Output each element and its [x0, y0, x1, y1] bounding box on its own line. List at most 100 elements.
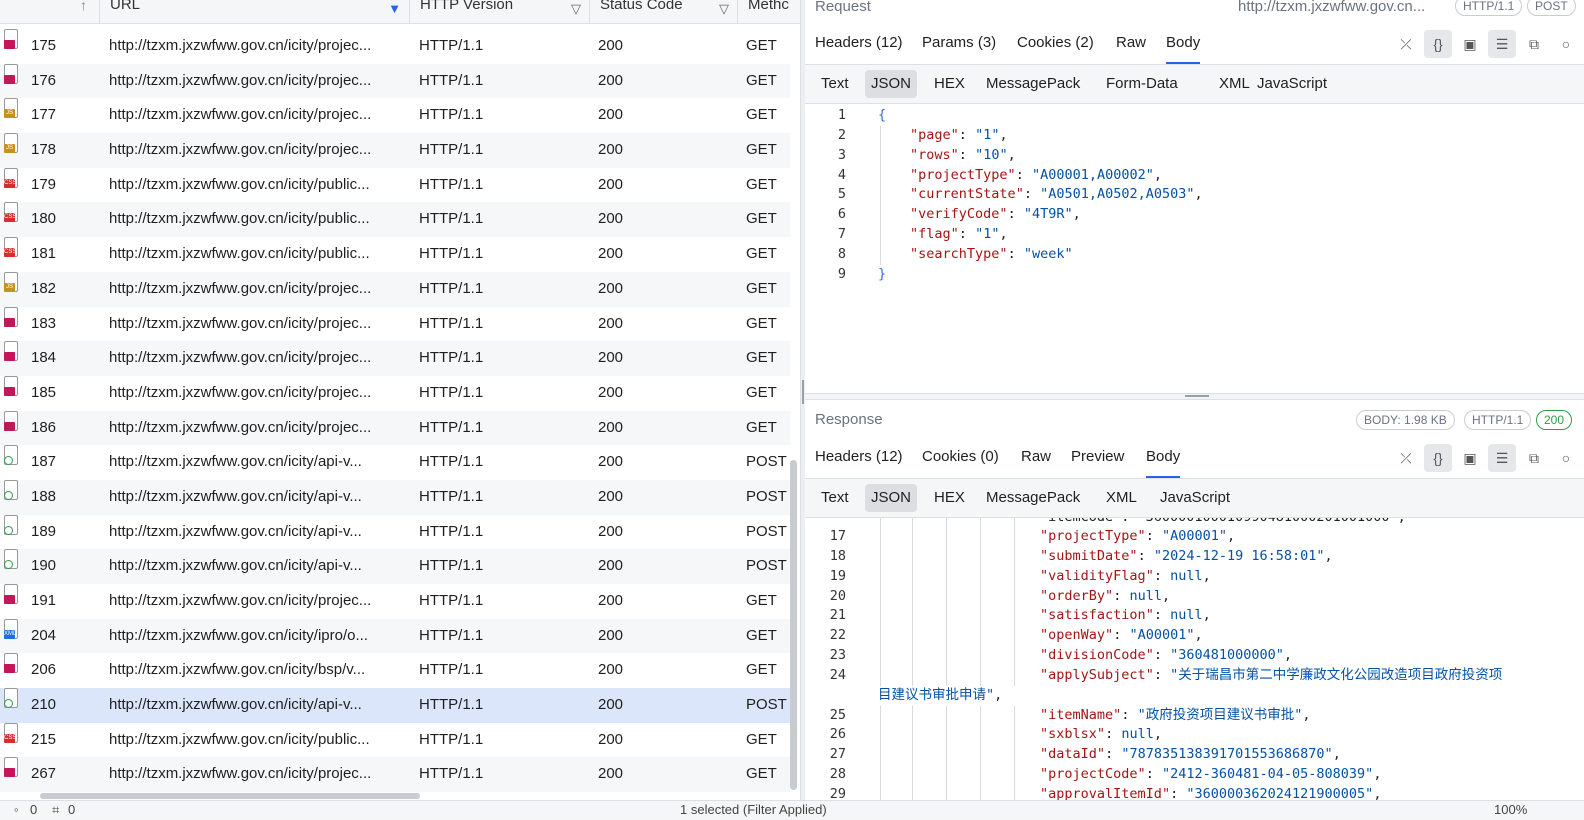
request-tab-params[interactable]: Params (3)	[922, 26, 996, 62]
format-tab-json[interactable]: JSON	[865, 484, 918, 512]
json-quote: "	[1105, 627, 1114, 644]
column-header-method-label: Methc	[748, 0, 789, 13]
format-tab-hex[interactable]: HEX	[928, 484, 971, 512]
file-type-badge	[4, 456, 13, 466]
request-tab-body[interactable]: Body	[1166, 26, 1201, 64]
format-tab-xml[interactable]: XML	[1100, 484, 1143, 512]
vertical-scrollbar[interactable]	[790, 460, 797, 790]
format-tab-messagepack[interactable]: MessagePack	[980, 484, 1086, 512]
response-tab-preview[interactable]: Preview	[1071, 440, 1124, 476]
response-tab-raw[interactable]: Raw	[1021, 440, 1051, 476]
column-header-status-code[interactable]: Status Code ▽	[590, 0, 738, 23]
table-row[interactable]: 187 http://tzxm.jxzwfww.gov.cn/icity/api-…	[0, 445, 790, 480]
json-quote: "	[1040, 567, 1049, 584]
column-header-url[interactable]: URL ▼	[100, 0, 410, 23]
collapse-icon[interactable]: ⤫	[1392, 30, 1420, 58]
indent-guide	[880, 665, 881, 686]
splitter-grip[interactable]	[1185, 395, 1209, 397]
table-row[interactable]: CSS 179 http://tzxm.jxzwfww.gov.cn/icity/p…	[0, 167, 790, 203]
line-number: 3	[837, 146, 846, 163]
filter-icon[interactable]: ▽	[719, 0, 729, 21]
table-row[interactable]: 189 http://tzxm.jxzwfww.gov.cn/icity/api-…	[0, 514, 790, 550]
code-line: 20 "orderBy": null,	[805, 586, 1584, 607]
table-row[interactable]: CSS 180 http://tzxm.jxzwfww.gov.cn/icity/p…	[0, 202, 790, 238]
json-comma: ,	[1153, 726, 1162, 743]
request-body-editor[interactable]: 1{2 "page": "1", 3 "rows": "10", 4 "projectTy…	[805, 106, 1584, 285]
file-type-badge	[4, 40, 15, 49]
horizontal-scrollbar[interactable]	[40, 793, 420, 799]
format-tab-hex[interactable]: HEX	[928, 70, 971, 98]
format-json-icon[interactable]: {}	[1424, 30, 1452, 58]
json-quote: "	[1040, 666, 1049, 683]
table-row[interactable]: 190 http://tzxm.jxzwfww.gov.cn/icity/api-…	[0, 549, 790, 584]
table-row[interactable]: JS 178 http://tzxm.jxzwfww.gov.cn/icity/pr…	[0, 133, 790, 168]
response-tab-headers[interactable]: Headers (12)	[815, 440, 903, 476]
json-quote: "	[1040, 186, 1049, 203]
table-row[interactable]: CSS 181 http://tzxm.jxzwfww.gov.cn/icity/p…	[0, 237, 790, 272]
table-row[interactable]: JS 177 http://tzxm.jxzwfww.gov.cn/icity/pr…	[0, 98, 790, 133]
word-wrap-icon[interactable]: ☰	[1488, 30, 1516, 58]
format-tab-text[interactable]: Text	[815, 484, 855, 512]
sort-arrow-up-icon[interactable]: ↑	[80, 0, 87, 17]
table-row[interactable]: 176 http://tzxm.jxzwfww.gov.cn/icity/proj…	[0, 63, 790, 99]
indent-guide	[880, 225, 881, 245]
table-row[interactable]: 183 http://tzxm.jxzwfww.gov.cn/icity/proj…	[0, 306, 790, 342]
copy-icon[interactable]: ⧉	[1520, 30, 1548, 58]
json-key: itemName	[1048, 706, 1114, 723]
request-tab-raw[interactable]: Raw	[1116, 26, 1146, 62]
column-header-method[interactable]: Methc	[738, 0, 800, 23]
format-tab-form-data[interactable]: Form-Data	[1100, 70, 1184, 98]
table-row[interactable]: 210 http://tzxm.jxzwfww.gov.cn/icity/api-…	[0, 688, 790, 723]
column-header-http-version[interactable]: HTTP Version ▽	[410, 0, 590, 23]
horizontal-splitter[interactable]	[805, 393, 1584, 400]
table-row[interactable]: CSS 215 http://tzxm.jxzwfww.gov.cn/icity/p…	[0, 722, 790, 758]
table-row[interactable]: 184 http://tzxm.jxzwfww.gov.cn/icity/proj…	[0, 341, 790, 376]
indent-guide	[980, 765, 981, 785]
format-tab-json[interactable]: JSON	[865, 70, 918, 98]
format-json-icon[interactable]: {}	[1424, 444, 1452, 472]
table-row[interactable]: 175 http://tzxm.jxzwfww.gov.cn/icity/proj…	[0, 29, 790, 64]
json-colon: :	[1153, 647, 1171, 664]
indent-guide	[946, 646, 947, 666]
file-img-icon	[4, 63, 18, 84]
table-row[interactable]: 191 http://tzxm.jxzwfww.gov.cn/icity/proj…	[0, 584, 790, 619]
copy-icon[interactable]: ⧉	[1520, 444, 1548, 472]
row-http-version: HTTP/1.1	[419, 592, 484, 609]
json-quote: "	[1137, 706, 1146, 723]
format-tab-javascript[interactable]: JavaScript	[1251, 70, 1333, 98]
request-tab-headers[interactable]: Headers (12)	[815, 26, 903, 62]
json-key: rows	[918, 146, 951, 163]
response-tab-body[interactable]: Body	[1146, 440, 1181, 478]
table-row[interactable]: XML 204 http://tzxm.jxzwfww.gov.cn/icity/i…	[0, 618, 790, 654]
indent-guide	[912, 665, 913, 686]
indent-guide	[980, 566, 981, 587]
search-icon[interactable]: ○	[1552, 444, 1580, 472]
table-row[interactable]: JS 182 http://tzxm.jxzwfww.gov.cn/icity/pr…	[0, 271, 790, 307]
line-number: 28	[829, 766, 846, 783]
response-body-editor[interactable]: "itemCode": "360000100010990481000201001…	[805, 518, 1584, 800]
json-quote: "	[1324, 746, 1333, 763]
filter-active-icon[interactable]: ▼	[388, 0, 401, 21]
format-tab-javascript[interactable]: JavaScript	[1154, 484, 1236, 512]
table-row[interactable]: 185 http://tzxm.jxzwfww.gov.cn/icity/proj…	[0, 375, 790, 411]
response-tab-cookies[interactable]: Cookies (0)	[922, 440, 999, 476]
format-tab-messagepack[interactable]: MessagePack	[980, 70, 1086, 98]
collapse-icon[interactable]: ⤫	[1392, 444, 1420, 472]
splitter-grip[interactable]	[802, 380, 804, 404]
file-xml-icon: XML	[4, 618, 18, 639]
save-icon[interactable]: ▣	[1456, 444, 1484, 472]
filter-icon[interactable]: ▽	[571, 0, 581, 21]
format-tab-xml[interactable]: XML	[1213, 70, 1256, 98]
word-wrap-icon[interactable]: ☰	[1488, 444, 1516, 472]
table-row[interactable]: 267 http://tzxm.jxzwfww.gov.cn/icity/proj…	[0, 757, 790, 793]
table-row[interactable]: 206 http://tzxm.jxzwfww.gov.cn/icity/bsp/…	[0, 653, 790, 688]
format-tab-text[interactable]: Text	[815, 70, 855, 98]
save-icon[interactable]: ▣	[1456, 30, 1484, 58]
line-content: "satisfaction": null,	[1040, 606, 1211, 626]
table-row[interactable]: 188 http://tzxm.jxzwfww.gov.cn/icity/api-…	[0, 479, 790, 515]
request-tab-cookies[interactable]: Cookies (2)	[1017, 26, 1094, 62]
search-icon[interactable]: ○	[1552, 30, 1580, 58]
status-zoom[interactable]: 100%	[1494, 802, 1527, 817]
table-row[interactable]: 186 http://tzxm.jxzwfww.gov.cn/icity/proj…	[0, 410, 790, 446]
column-header-id[interactable]: ↑	[0, 0, 100, 23]
